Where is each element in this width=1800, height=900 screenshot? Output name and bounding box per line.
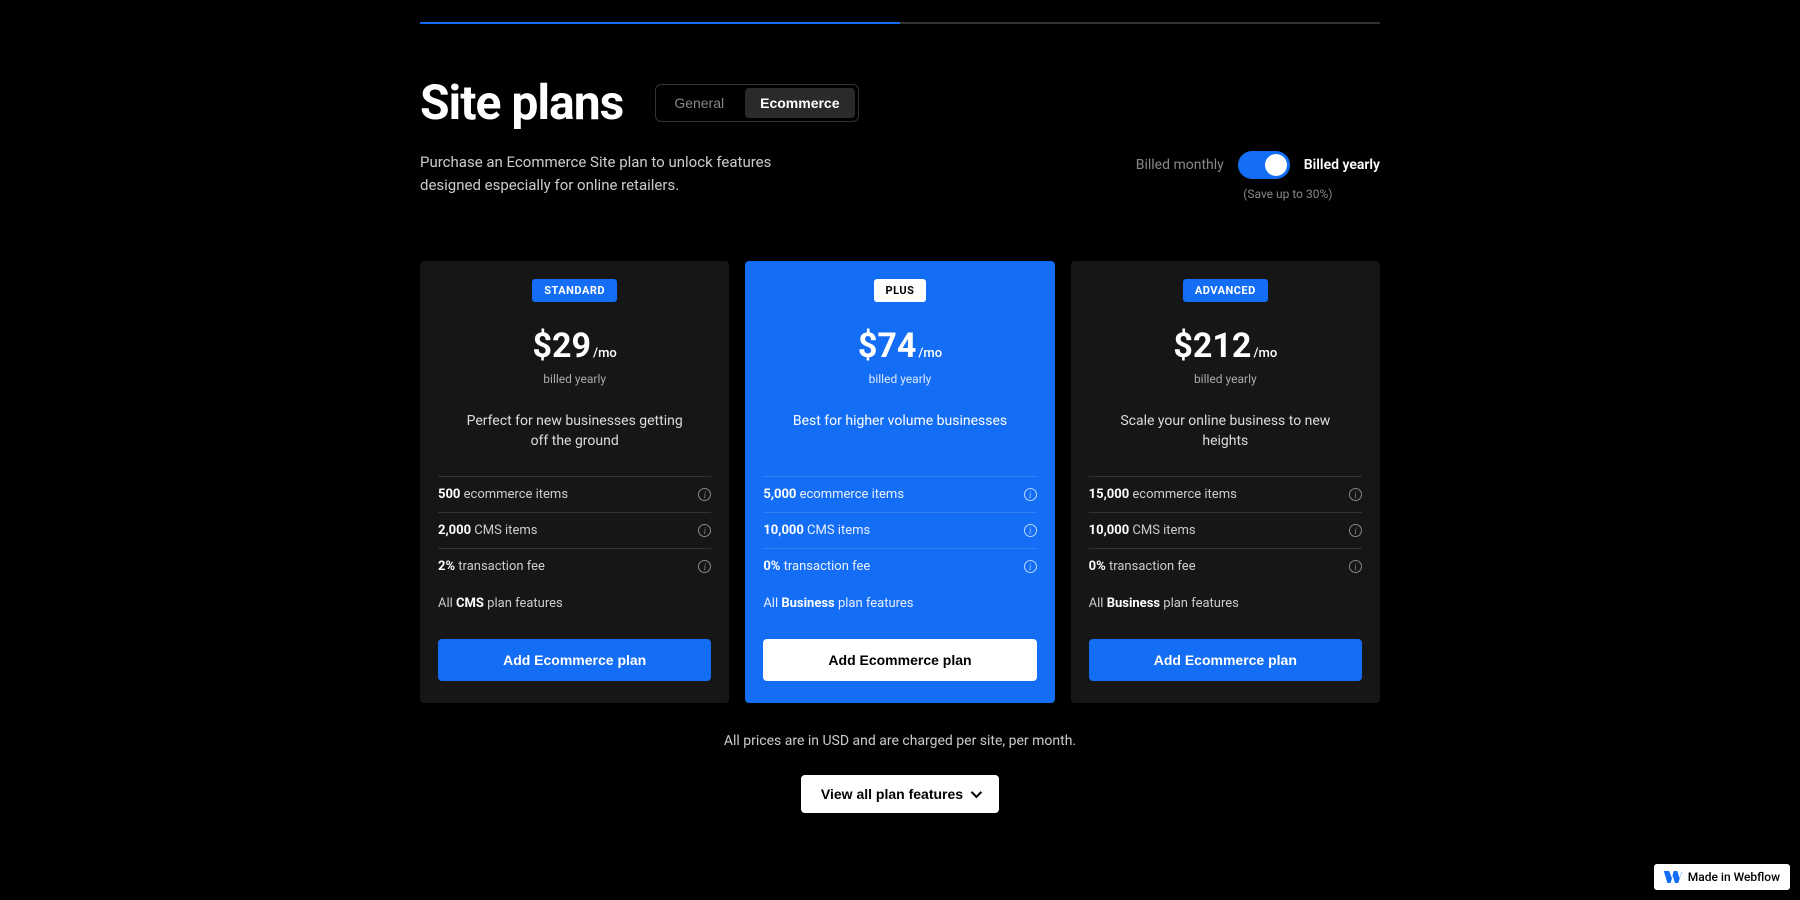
billed-monthly-label[interactable]: Billed monthly [1136, 157, 1224, 173]
made-in-webflow-badge[interactable]: Made in Webflow [1654, 864, 1790, 890]
price-amount: $74 [858, 326, 917, 366]
feature-text: 0% transaction fee [1089, 559, 1196, 574]
pricing-cards: STANDARD $29/mo billed yearly Perfect fo… [420, 261, 1380, 703]
add-plan-button[interactable]: Add Ecommerce plan [763, 639, 1036, 681]
add-plan-button[interactable]: Add Ecommerce plan [438, 639, 711, 681]
webflow-logo-icon [1664, 871, 1682, 883]
feature-text: 10,000 CMS items [763, 523, 870, 538]
billed-note: billed yearly [763, 372, 1036, 386]
feature-text: All Business plan features [1089, 596, 1239, 611]
price-unit: /mo [918, 346, 942, 361]
plan-badge: PLUS [874, 279, 927, 302]
plan-card-standard: STANDARD $29/mo billed yearly Perfect fo… [420, 261, 729, 703]
tab-ecommerce[interactable]: Ecommerce [745, 88, 854, 118]
feature-text: 0% transaction fee [763, 559, 870, 574]
feature-row: 0% transaction fee i [1089, 548, 1362, 584]
active-tab-bar [420, 22, 900, 24]
feature-row: 0% transaction fee i [763, 548, 1036, 584]
price-row: $212/mo [1089, 326, 1362, 366]
info-icon[interactable]: i [698, 488, 711, 501]
feature-summary: All CMS plan features [438, 584, 711, 621]
chevron-down-icon [971, 787, 982, 798]
billed-note: billed yearly [438, 372, 711, 386]
feature-text: 5,000 ecommerce items [763, 487, 904, 502]
feature-row: 5,000 ecommerce items i [763, 476, 1036, 512]
info-icon[interactable]: i [1024, 524, 1037, 537]
plan-badge: STANDARD [532, 279, 617, 302]
feature-text: All CMS plan features [438, 596, 563, 611]
info-icon[interactable]: i [1349, 560, 1362, 573]
toggle-knob [1265, 154, 1287, 176]
price-amount: $212 [1173, 326, 1251, 366]
plan-badge: ADVANCED [1183, 279, 1268, 302]
feature-row: 15,000 ecommerce items i [1089, 476, 1362, 512]
feature-row: 500 ecommerce items i [438, 476, 711, 512]
billed-note: billed yearly [1089, 372, 1362, 386]
billed-yearly-label[interactable]: Billed yearly [1304, 157, 1380, 173]
plan-tagline: Scale your online business to new height… [1089, 412, 1362, 452]
feature-text: All Business plan features [763, 596, 913, 611]
save-note: (Save up to 30%) [1243, 187, 1332, 201]
info-icon[interactable]: i [1349, 524, 1362, 537]
feature-row: 10,000 CMS items i [763, 512, 1036, 548]
plan-card-plus: PLUS $74/mo billed yearly Best for highe… [745, 261, 1054, 703]
plan-tagline: Perfect for new businesses getting off t… [438, 412, 711, 452]
price-unit: /mo [1253, 346, 1277, 361]
feature-text: 2,000 CMS items [438, 523, 537, 538]
feature-summary: All Business plan features [763, 584, 1036, 621]
info-icon[interactable]: i [698, 560, 711, 573]
view-all-label: View all plan features [821, 786, 963, 802]
plan-type-tabs: General Ecommerce [655, 84, 858, 122]
billing-toggle[interactable] [1238, 151, 1290, 179]
feature-summary: All Business plan features [1089, 584, 1362, 621]
feature-text: 500 ecommerce items [438, 487, 568, 502]
price-row: $74/mo [763, 326, 1036, 366]
add-plan-button[interactable]: Add Ecommerce plan [1089, 639, 1362, 681]
price-row: $29/mo [438, 326, 711, 366]
feature-text: 15,000 ecommerce items [1089, 487, 1237, 502]
feature-row: 2,000 CMS items i [438, 512, 711, 548]
plan-card-advanced: ADVANCED $212/mo billed yearly Scale you… [1071, 261, 1380, 703]
top-tab-indicator [420, 22, 1380, 24]
view-all-features-button[interactable]: View all plan features [801, 775, 999, 813]
page-subtitle: Purchase an Ecommerce Site plan to unloc… [420, 151, 830, 196]
price-unit: /mo [593, 346, 617, 361]
info-icon[interactable]: i [1349, 488, 1362, 501]
webflow-badge-label: Made in Webflow [1688, 870, 1780, 884]
feature-row: 10,000 CMS items i [1089, 512, 1362, 548]
feature-text: 10,000 CMS items [1089, 523, 1196, 538]
info-icon[interactable]: i [1024, 560, 1037, 573]
billing-toggle-section: Billed monthly Billed yearly (Save up to… [1136, 151, 1380, 201]
page-title: Site plans [420, 74, 623, 131]
info-icon[interactable]: i [1024, 488, 1037, 501]
feature-row: 2% transaction fee i [438, 548, 711, 584]
plan-tagline: Best for higher volume businesses [763, 412, 1036, 452]
tab-general[interactable]: General [656, 85, 742, 121]
info-icon[interactable]: i [698, 524, 711, 537]
feature-text: 2% transaction fee [438, 559, 545, 574]
pricing-footnote: All prices are in USD and are charged pe… [420, 733, 1380, 749]
price-amount: $29 [533, 326, 592, 366]
